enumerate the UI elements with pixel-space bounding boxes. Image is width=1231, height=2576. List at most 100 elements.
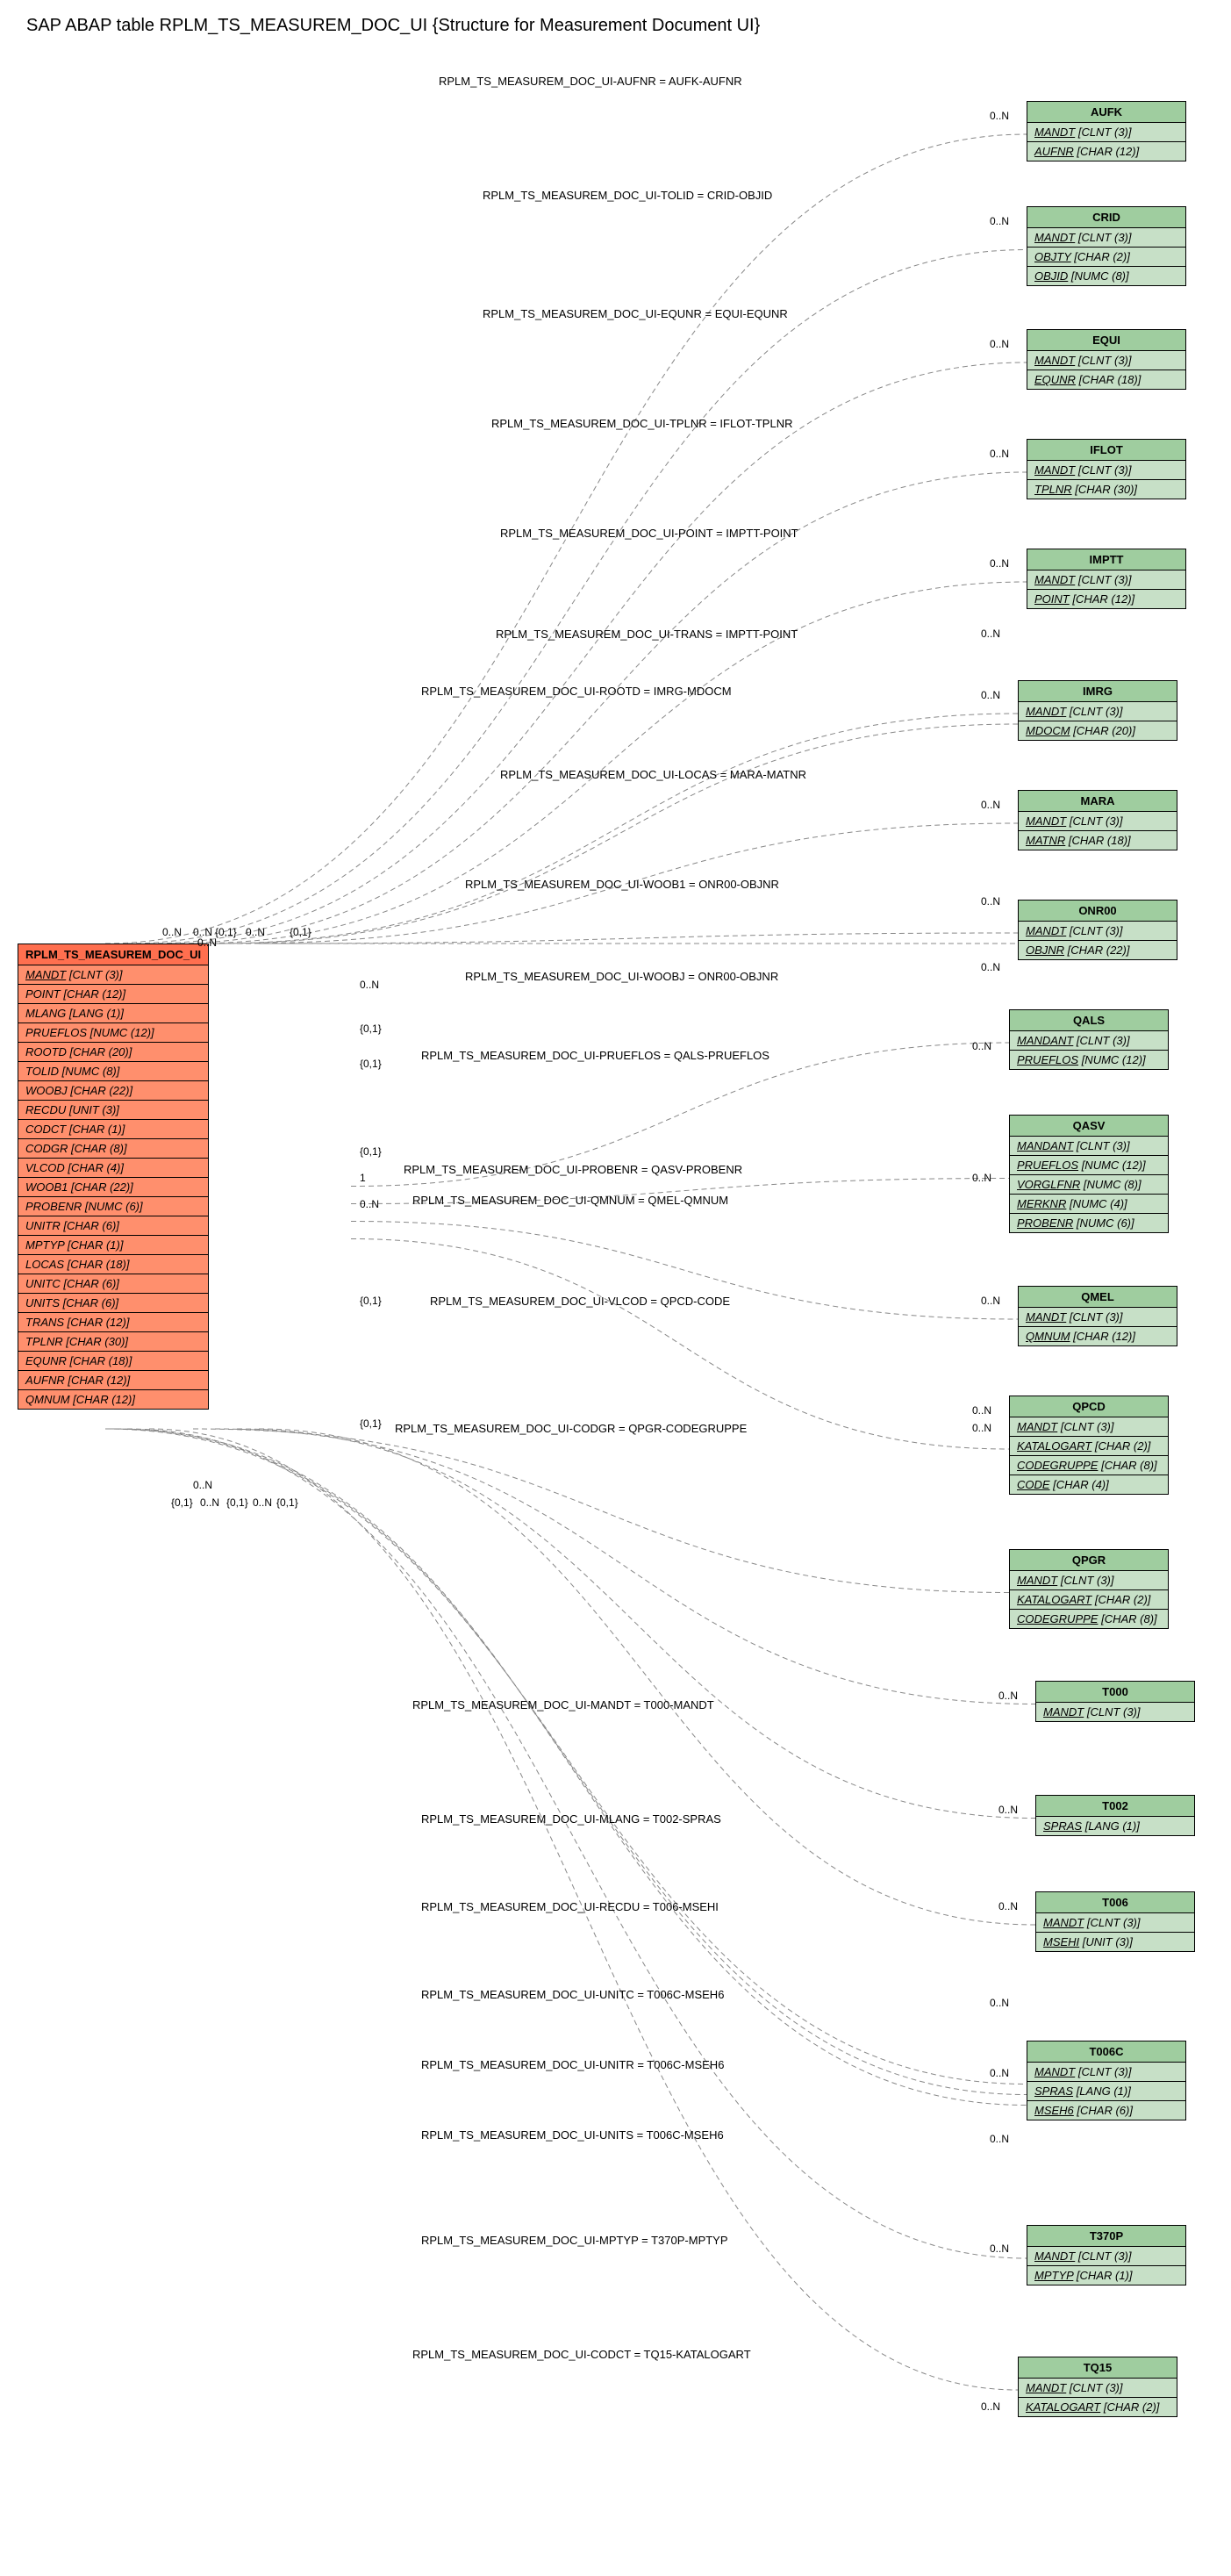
entity-t006c: T006CMANDT [CLNT (3)]SPRAS [LANG (1)]MSE… — [1027, 2041, 1186, 2120]
relation-label: RPLM_TS_MEASUREM_DOC_UI-QMNUM = QMEL-QMN… — [412, 1194, 728, 1207]
field-row: MANDT [CLNT (3)] — [1027, 2063, 1185, 2082]
field-row: MPTYP [CHAR (1)] — [18, 1236, 208, 1255]
field-row: MLANG [LANG (1)] — [18, 1004, 208, 1023]
field-row: LOCAS [CHAR (18)] — [18, 1255, 208, 1274]
entity-crid: CRIDMANDT [CLNT (3)]OBJTY [CHAR (2)]OBJI… — [1027, 206, 1186, 286]
cardinality-label: 0..N — [998, 1690, 1018, 1702]
connector-line — [215, 1429, 1035, 1704]
cardinality-label: 0..N — [990, 215, 1009, 227]
field-row: UNITS [CHAR (6)] — [18, 1294, 208, 1313]
field-row: MANDT [CLNT (3)] — [1027, 461, 1185, 480]
connector-line — [193, 1429, 1009, 1593]
connector-line — [259, 1429, 1035, 1925]
relation-label: RPLM_TS_MEASUREM_DOC_UI-UNITS = T006C-MS… — [421, 2128, 724, 2142]
field-row: MANDT [CLNT (3)] — [1010, 1571, 1168, 1590]
cardinality-label: 0..N — [990, 448, 1009, 460]
entity-qmel: QMELMANDT [CLNT (3)]QMNUM [CHAR (12)] — [1018, 1286, 1177, 1346]
field-row: MANDT [CLNT (3)] — [1027, 570, 1185, 590]
field-row: PROBENR [NUMC (6)] — [18, 1197, 208, 1216]
cardinality-label: {0,1} — [226, 1496, 248, 1509]
entity-name: AUFK — [1027, 102, 1185, 123]
relation-label: RPLM_TS_MEASUREM_DOC_UI-WOOB1 = ONR00-OB… — [465, 878, 779, 891]
field-row: MANDANT [CLNT (3)] — [1010, 1137, 1168, 1156]
relation-label: RPLM_TS_MEASUREM_DOC_UI-VLCOD = QPCD-COD… — [430, 1295, 730, 1308]
field-row: EQUNR [CHAR (18)] — [18, 1352, 208, 1371]
field-row: KATALOGART [CHAR (2)] — [1010, 1590, 1168, 1610]
cardinality-label: 0..N — [981, 895, 1000, 908]
cardinality-label: 0..N — [990, 338, 1009, 350]
entity-name: IMRG — [1019, 681, 1177, 702]
cardinality-label: {0,1} — [171, 1496, 193, 1509]
field-row: RECDU [UNIT (3)] — [18, 1101, 208, 1120]
cardinality-label: {0,1} — [360, 1058, 382, 1070]
entity-name: QPGR — [1010, 1550, 1168, 1571]
entity-imptt: IMPTTMANDT [CLNT (3)]POINT [CHAR (12)] — [1027, 549, 1186, 609]
relation-label: RPLM_TS_MEASUREM_DOC_UI-MLANG = T002-SPR… — [421, 1812, 721, 1826]
field-row: WOOBJ [CHAR (22)] — [18, 1081, 208, 1101]
field-row: PRUEFLOS [NUMC (12)] — [1010, 1051, 1168, 1069]
field-row: MSEHI [UNIT (3)] — [1036, 1933, 1194, 1951]
relation-label: RPLM_TS_MEASUREM_DOC_UI-UNITR = T006C-MS… — [421, 2058, 724, 2071]
relation-label: RPLM_TS_MEASUREM_DOC_UI-POINT = IMPTT-PO… — [500, 527, 798, 540]
relation-label: RPLM_TS_MEASUREM_DOC_UI-PROBENR = QASV-P… — [404, 1163, 742, 1176]
entity-qals: QALSMANDANT [CLNT (3)]PRUEFLOS [NUMC (12… — [1009, 1009, 1169, 1070]
cardinality-label: 0..N — [246, 926, 265, 938]
entity-aufk: AUFKMANDT [CLNT (3)]AUFNR [CHAR (12)] — [1027, 101, 1186, 161]
entity-name: MARA — [1019, 791, 1177, 812]
relation-label: RPLM_TS_MEASUREM_DOC_UI-UNITC = T006C-MS… — [421, 1988, 724, 2001]
cardinality-label: 0..N — [990, 557, 1009, 570]
entity-t370p: T370PMANDT [CLNT (3)]MPTYP [CHAR (1)] — [1027, 2225, 1186, 2285]
entity-iflot: IFLOTMANDT [CLNT (3)]TPLNR [CHAR (30)] — [1027, 439, 1186, 499]
field-row: MANDT [CLNT (3)] — [1027, 2247, 1185, 2266]
cardinality-label: 0..N — [253, 1496, 272, 1509]
entity-tq15: TQ15MANDT [CLNT (3)]KATALOGART [CHAR (2)… — [1018, 2357, 1177, 2417]
cardinality-label: 0..N — [981, 961, 1000, 973]
field-row: MANDT [CLNT (3)] — [1010, 1417, 1168, 1437]
field-row: MANDT [CLNT (3)] — [1027, 228, 1185, 248]
field-row: MSEH6 [CHAR (6)] — [1027, 2101, 1185, 2120]
entity-t002: T002SPRAS [LANG (1)] — [1035, 1795, 1195, 1836]
field-row: MANDT [CLNT (3)] — [1027, 123, 1185, 142]
entity-name: QMEL — [1019, 1287, 1177, 1308]
connector-line — [215, 714, 1018, 944]
field-row: PRUEFLOS [NUMC (12)] — [18, 1023, 208, 1043]
field-row: QMNUM [CHAR (12)] — [18, 1390, 208, 1409]
field-row: SPRAS [LANG (1)] — [1027, 2082, 1185, 2101]
relation-label: RPLM_TS_MEASUREM_DOC_UI-ROOTD = IMRG-MDO… — [421, 685, 732, 698]
field-row: KATALOGART [CHAR (2)] — [1010, 1437, 1168, 1456]
entity-name: IMPTT — [1027, 549, 1185, 570]
entity-name: ONR00 — [1019, 901, 1177, 922]
field-row: MANDT [CLNT (3)] — [1019, 1308, 1177, 1327]
field-row: POINT [CHAR (12)] — [18, 985, 208, 1004]
relation-label: RPLM_TS_MEASUREM_DOC_UI-TOLID = CRID-OBJ… — [483, 189, 772, 202]
entity-rplm_ts_measurem_doc_ui: RPLM_TS_MEASUREM_DOC_UIMANDT [CLNT (3)]P… — [18, 944, 209, 1410]
entity-name: IFLOT — [1027, 440, 1185, 461]
cardinality-label: 0..N — [981, 799, 1000, 811]
cardinality-label: 0..N — [193, 1479, 212, 1491]
cardinality-label: 0..N — [972, 1404, 991, 1417]
relation-label: RPLM_TS_MEASUREM_DOC_UI-PRUEFLOS = QALS-… — [421, 1049, 769, 1062]
cardinality-label: 0..N — [998, 1900, 1018, 1912]
field-row: MANDT [CLNT (3)] — [1019, 702, 1177, 721]
field-row: EQUNR [CHAR (18)] — [1027, 370, 1185, 389]
entity-name: TQ15 — [1019, 2357, 1177, 2379]
connector-line — [237, 1429, 1035, 1819]
connector-line — [259, 933, 1018, 944]
relation-label: RPLM_TS_MEASUREM_DOC_UI-EQUNR = EQUI-EQU… — [483, 307, 788, 320]
entity-name: QPCD — [1010, 1396, 1168, 1417]
relation-label: RPLM_TS_MEASUREM_DOC_UI-CODGR = QPGR-COD… — [395, 1422, 747, 1435]
cardinality-label: 0..N — [360, 979, 379, 991]
relation-label: RPLM_TS_MEASUREM_DOC_UI-TRANS = IMPTT-PO… — [496, 628, 798, 641]
connector-line — [116, 1429, 1027, 2106]
cardinality-label: 0..N — [990, 110, 1009, 122]
field-row: MPTYP [CHAR (1)] — [1027, 2266, 1185, 2285]
cardinality-label: 0..N — [981, 2400, 1000, 2413]
relation-label: RPLM_TS_MEASUREM_DOC_UI-RECDU = T006-MSE… — [421, 1900, 719, 1913]
entity-qpgr: QPGRMANDT [CLNT (3)]KATALOGART [CHAR (2)… — [1009, 1549, 1169, 1629]
entity-qasv: QASVMANDANT [CLNT (3)]PRUEFLOS [NUMC (12… — [1009, 1115, 1169, 1233]
field-row: MANDT [CLNT (3)] — [1027, 351, 1185, 370]
field-row: MANDT [CLNT (3)] — [1019, 812, 1177, 831]
cardinality-label: {0,1} — [276, 1496, 298, 1509]
entity-name: CRID — [1027, 207, 1185, 228]
relation-label: RPLM_TS_MEASUREM_DOC_UI-AUFNR = AUFK-AUF… — [439, 75, 742, 88]
